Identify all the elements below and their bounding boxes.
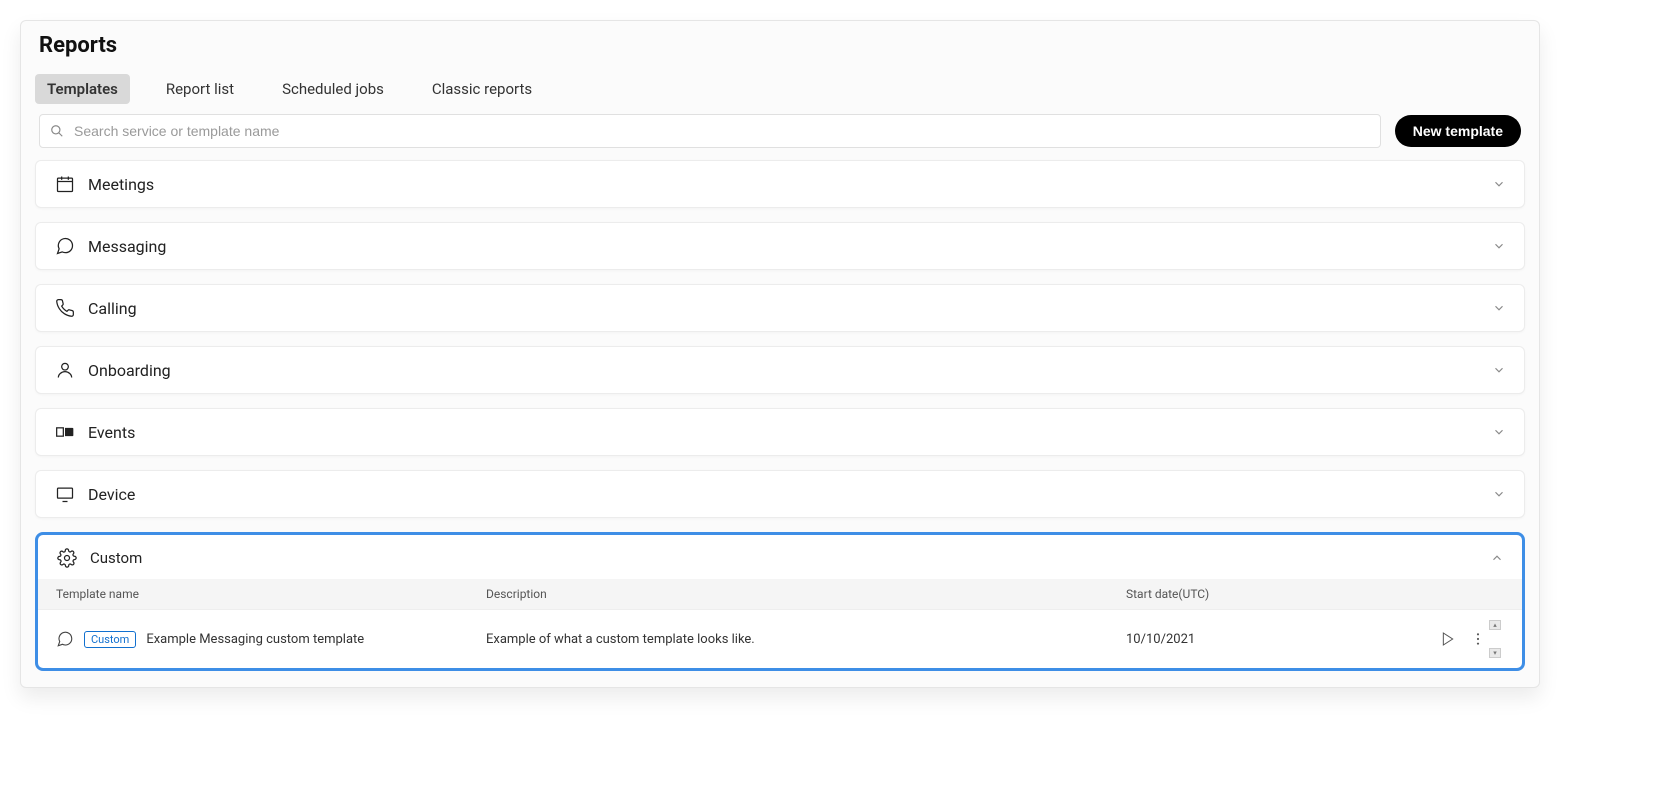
col-header-desc: Description — [486, 587, 1126, 601]
search-row: New template — [21, 114, 1539, 160]
custom-table-header: Template name Description Start date(UTC… — [38, 579, 1522, 609]
chat-icon — [54, 235, 76, 257]
ticket-icon — [54, 421, 76, 443]
reports-panel: Reports Templates Report list Scheduled … — [20, 20, 1540, 688]
category-device[interactable]: Device — [35, 470, 1525, 518]
calendar-icon — [54, 173, 76, 195]
phone-icon — [54, 297, 76, 319]
chevron-down-icon — [1492, 301, 1506, 315]
category-events[interactable]: Events — [35, 408, 1525, 456]
category-meetings[interactable]: Meetings — [35, 160, 1525, 208]
category-label: Messaging — [88, 237, 1492, 256]
new-template-button[interactable]: New template — [1395, 115, 1521, 147]
chevron-down-icon — [1492, 363, 1506, 377]
scroll-up-button[interactable]: ▴ — [1489, 620, 1501, 630]
col-header-scroll — [1486, 587, 1504, 601]
chevron-down-icon — [1492, 487, 1506, 501]
custom-badge: Custom — [84, 631, 136, 648]
template-date: 10/10/2021 — [1126, 632, 1406, 647]
category-label: Calling — [88, 299, 1492, 318]
chevron-down-icon — [1492, 425, 1506, 439]
custom-section-label: Custom — [90, 549, 1490, 567]
category-label: Meetings — [88, 175, 1492, 194]
chevron-down-icon — [1492, 177, 1506, 191]
search-box[interactable] — [39, 114, 1381, 148]
category-label: Events — [88, 423, 1492, 442]
chat-icon — [56, 630, 74, 648]
scroll-down-button[interactable]: ▾ — [1489, 648, 1501, 658]
tab-scheduled-jobs[interactable]: Scheduled jobs — [270, 74, 396, 104]
custom-header[interactable]: Custom — [38, 535, 1522, 579]
run-icon[interactable] — [1440, 631, 1456, 647]
template-name: Example Messaging custom template — [146, 632, 364, 647]
col-header-actions — [1406, 587, 1486, 601]
template-desc: Example of what a custom template looks … — [486, 632, 1126, 647]
device-icon — [54, 483, 76, 505]
chevron-down-icon — [1492, 239, 1506, 253]
category-custom: Custom Template name Description Start d… — [35, 532, 1525, 671]
category-messaging[interactable]: Messaging — [35, 222, 1525, 270]
category-calling[interactable]: Calling — [35, 284, 1525, 332]
more-icon[interactable] — [1470, 631, 1486, 647]
col-header-date: Start date(UTC) — [1126, 587, 1406, 601]
search-icon — [50, 124, 64, 138]
category-label: Device — [88, 485, 1492, 504]
tab-report-list[interactable]: Report list — [154, 74, 246, 104]
col-header-name: Template name — [56, 587, 486, 601]
category-label: Onboarding — [88, 361, 1492, 380]
user-icon — [54, 359, 76, 381]
search-input[interactable] — [72, 122, 1370, 140]
category-onboarding[interactable]: Onboarding — [35, 346, 1525, 394]
tab-templates[interactable]: Templates — [35, 74, 130, 104]
tab-classic-reports[interactable]: Classic reports — [420, 74, 544, 104]
header: Reports — [21, 21, 1539, 66]
category-list: Meetings Messaging — [21, 160, 1539, 518]
tabs-bar: Templates Report list Scheduled jobs Cla… — [21, 66, 1539, 114]
table-row[interactable]: Custom Example Messaging custom template… — [38, 609, 1522, 668]
page-title: Reports — [39, 33, 1521, 58]
chevron-up-icon — [1490, 551, 1504, 565]
gear-icon — [56, 547, 78, 569]
